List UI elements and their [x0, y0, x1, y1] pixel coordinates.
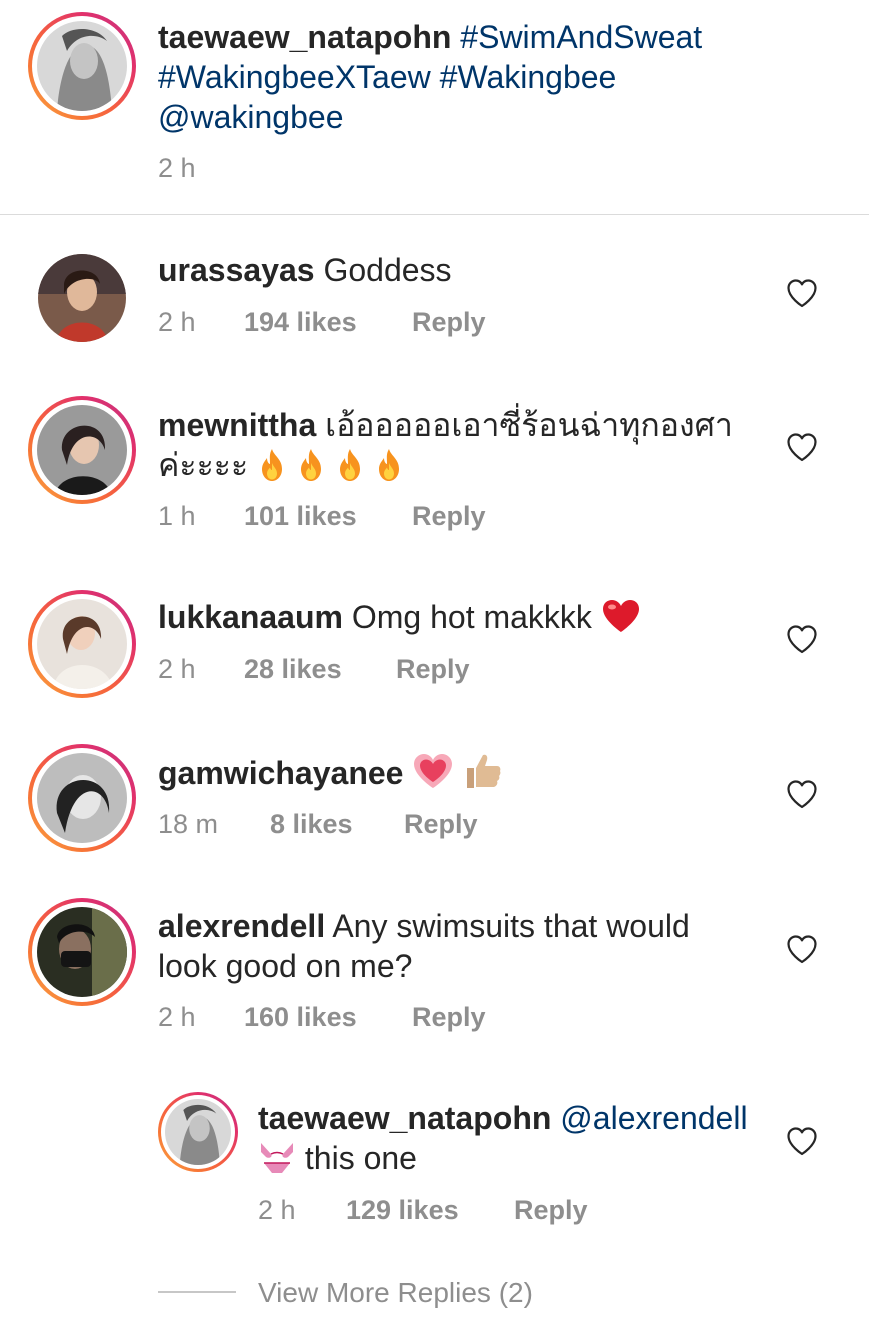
caption-hashtag-swim[interactable]: #SwimAndSweat — [460, 19, 702, 55]
reply-time: 2 h — [258, 1195, 296, 1225]
comment-body: เอ้อออออเอาซี่ร้อนฉ่าทุกองศา — [325, 407, 733, 443]
like-heart-icon[interactable] — [786, 278, 818, 308]
comment-likes[interactable]: 101 likes — [244, 500, 412, 532]
like-heart-icon[interactable] — [786, 779, 818, 809]
avatar-alexrendell[interactable] — [28, 898, 136, 1006]
heart-icon — [414, 754, 453, 788]
comment-body-line2: look good on me? — [158, 948, 413, 984]
reply-username[interactable]: taewaew_natapohn — [258, 1100, 551, 1136]
comment-body-line2: ค่ะะะะ — [158, 447, 249, 483]
reply-button[interactable]: Reply — [412, 306, 486, 338]
comment-body: Goddess — [323, 252, 452, 288]
avatar-mewnittha[interactable] — [28, 396, 136, 504]
fire-icon — [257, 448, 287, 482]
comment-time: 2 h — [158, 654, 196, 684]
like-heart-icon[interactable] — [786, 934, 818, 964]
comment-text: lukkanaaum Omg hot makkkk — [158, 597, 641, 637]
caption-hashtags[interactable]: #WakingbeeXTaew #Wakingbee — [158, 59, 616, 95]
reply-likes[interactable]: 129 likes — [346, 1194, 514, 1226]
view-more-line — [158, 1291, 236, 1293]
caption-time: 2 h — [158, 153, 196, 183]
view-more-replies-button[interactable]: View More Replies (2) — [258, 1276, 533, 1310]
reply-button[interactable]: Reply — [412, 1001, 486, 1033]
caption-username[interactable]: taewaew_natapohn — [158, 19, 451, 55]
red-heart-icon — [602, 600, 639, 632]
fire-emojis — [257, 447, 404, 483]
comment-likes[interactable]: 194 likes — [244, 306, 412, 338]
comment-username[interactable]: alexrendell — [158, 908, 325, 944]
comment-text: alexrendell Any swimsuits that would loo… — [158, 906, 758, 986]
avatar-gamwichayanee[interactable] — [28, 744, 136, 852]
bikini-icon — [261, 1143, 293, 1173]
fire-icon — [335, 448, 365, 482]
reply-body: this one — [304, 1140, 417, 1176]
thumbs-up-icon — [467, 754, 501, 788]
reply-avatar[interactable] — [158, 1092, 238, 1172]
reply-button[interactable]: Reply — [514, 1194, 588, 1226]
like-heart-icon[interactable] — [786, 432, 818, 462]
comment-likes[interactable]: 160 likes — [244, 1001, 412, 1033]
comment-meta: 2 h 194 likes Reply — [158, 306, 486, 338]
reply-text: taewaew_natapohn @alexrendell this one — [258, 1098, 778, 1178]
comment-meta: 1 h 101 likes Reply — [158, 500, 486, 532]
comment-username[interactable]: urassayas — [158, 252, 315, 288]
comment-body: Any swimsuits that would — [332, 908, 690, 944]
comment-meta: 2 h 28 likes Reply — [158, 653, 470, 685]
comment-time: 2 h — [158, 307, 196, 337]
reply-button[interactable]: Reply — [404, 808, 478, 840]
reply-mention[interactable]: @alexrendell — [560, 1100, 747, 1136]
like-heart-icon[interactable] — [786, 1126, 818, 1156]
comment-meta: 18 m 8 likes Reply — [158, 808, 478, 840]
avatar-lukkanaaum[interactable] — [28, 590, 136, 698]
fire-icon — [374, 448, 404, 482]
comment-text: mewnittha เอ้อออออเอาซี่ร้อนฉ่าทุกองศา ค… — [158, 405, 758, 485]
comment-body: Omg hot makkkk — [351, 599, 592, 635]
comment-time: 1 h — [158, 501, 196, 531]
like-heart-icon[interactable] — [786, 624, 818, 654]
comment-username[interactable]: gamwichayanee — [158, 755, 403, 791]
caption-mention[interactable]: @wakingbee — [158, 99, 343, 135]
comment-time: 2 h — [158, 1002, 196, 1032]
caption-avatar[interactable] — [28, 12, 136, 120]
comment-time: 18 m — [158, 809, 219, 839]
fire-icon — [296, 448, 326, 482]
comment-text: gamwichayanee — [158, 752, 503, 793]
comment-meta: 2 h 160 likes Reply — [158, 1001, 486, 1033]
caption-text: taewaew_natapohn #SwimAndSweat #Wakingbe… — [158, 17, 848, 137]
avatar-urassayas[interactable] — [38, 254, 126, 342]
reply-button[interactable]: Reply — [412, 500, 486, 532]
comment-text: urassayas Goddess — [158, 250, 452, 290]
comment-username[interactable]: lukkanaaum — [158, 599, 343, 635]
comment-likes[interactable]: 28 likes — [244, 653, 396, 685]
comment-likes[interactable]: 8 likes — [270, 808, 404, 840]
reply-meta: 2 h 129 likes Reply — [258, 1194, 588, 1226]
reply-button[interactable]: Reply — [396, 653, 470, 685]
divider — [0, 214, 869, 215]
comment-username[interactable]: mewnittha — [158, 407, 316, 443]
